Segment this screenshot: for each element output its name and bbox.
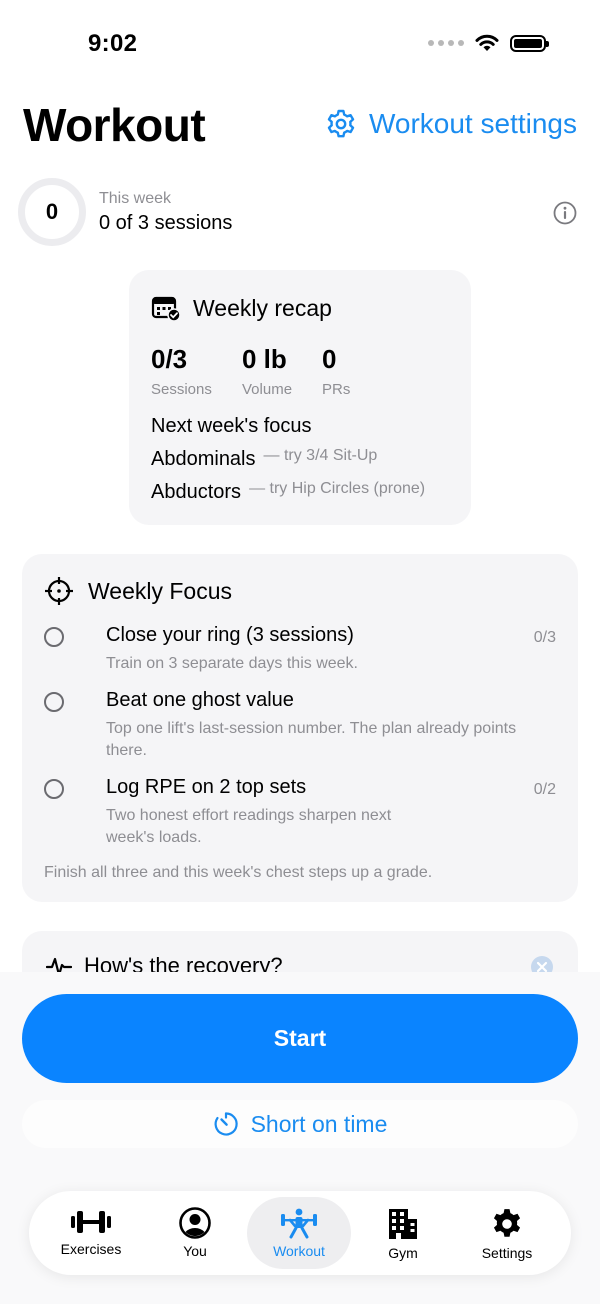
- this-week-label: This week: [99, 190, 172, 207]
- task-count: 0/3: [533, 629, 556, 646]
- person-icon: [179, 1207, 211, 1239]
- tab-you-label: You: [183, 1243, 207, 1259]
- wifi-icon: [475, 34, 499, 51]
- progress-ring-count: 0: [45, 199, 59, 224]
- task-checkbox[interactable]: [44, 779, 64, 799]
- stat-sessions: 0/3 Sessions: [151, 344, 212, 398]
- focus-item: Abductors — try Hip Circles (prone): [151, 480, 426, 504]
- battery-icon: [510, 34, 549, 52]
- info-icon[interactable]: [553, 201, 577, 225]
- dumbbell-icon: [71, 1211, 111, 1233]
- task-count: 0/2: [533, 781, 556, 798]
- workout-settings-button[interactable]: Workout settings: [325, 108, 577, 140]
- status-time: 9:02: [88, 30, 138, 57]
- weightlifter-icon: [281, 1208, 317, 1239]
- tab-exercises[interactable]: Exercises: [39, 1197, 143, 1269]
- calendar-check-icon: [151, 296, 181, 322]
- short-on-time-button[interactable]: Short on time: [22, 1100, 578, 1148]
- tab-bar: Exercises You Workout Gym Settings: [29, 1191, 571, 1275]
- workout-settings-label: Workout settings: [368, 108, 577, 139]
- tab-you[interactable]: You: [143, 1197, 247, 1269]
- stat-prs-label: PRs: [322, 381, 351, 398]
- crosshair-icon: [45, 577, 73, 605]
- building-icon: [389, 1209, 417, 1239]
- focus-muscle: Abductors: [151, 481, 242, 503]
- task-title: Log RPE on 2 top sets: [106, 776, 307, 798]
- tab-workout[interactable]: Workout: [247, 1197, 351, 1269]
- weekly-focus-title: Weekly Focus: [88, 577, 233, 604]
- short-on-time-label: Short on time: [250, 1110, 388, 1137]
- focus-item: Abdominals — try 3/4 Sit-Up: [151, 447, 378, 471]
- stat-sessions-label: Sessions: [151, 381, 212, 398]
- task-title: Beat one ghost value: [106, 689, 294, 711]
- task-checkbox[interactable]: [44, 692, 64, 712]
- focus-suggestion: — try 3/4 Sit-Up: [263, 447, 378, 464]
- task-description: Two honest effort readings sharpen next …: [106, 807, 392, 846]
- stat-prs: 0 PRs: [322, 344, 350, 398]
- tab-workout-label: Workout: [273, 1243, 325, 1259]
- stat-prs-value: 0: [322, 344, 337, 374]
- weekly-recap-card[interactable]: Weekly recap 0/3 Sessions 0 lb Volume 0 …: [129, 270, 471, 525]
- tab-settings-label: Settings: [481, 1245, 533, 1261]
- this-week-value: 0 of 3 sessions: [99, 212, 233, 234]
- tab-settings[interactable]: Settings: [455, 1197, 559, 1269]
- signal-icon: [428, 40, 464, 46]
- focus-muscle: Abdominals: [151, 448, 256, 470]
- weekly-focus-footer: Finish all three and this week's chest s…: [44, 864, 433, 881]
- status-icons: [428, 33, 549, 53]
- stat-volume-value: 0 lb: [242, 344, 287, 374]
- gear-icon: [493, 1209, 521, 1237]
- stat-sessions-value: 0/3: [151, 344, 188, 374]
- task-description: Train on 3 separate days this week.: [106, 655, 358, 672]
- tab-exercises-label: Exercises: [60, 1241, 122, 1257]
- tab-gym[interactable]: Gym: [351, 1197, 455, 1269]
- weekly-focus-card: Weekly Focus Close your ring (3 sessions…: [22, 554, 578, 902]
- timer-icon: [214, 1112, 238, 1136]
- start-button[interactable]: Start: [22, 994, 578, 1083]
- tab-gym-label: Gym: [388, 1245, 418, 1261]
- page-title: Workout: [23, 99, 206, 151]
- gear-icon: [327, 109, 355, 138]
- task-title: Close your ring (3 sessions): [106, 624, 354, 646]
- stat-volume-label: Volume: [242, 381, 293, 398]
- weekly-recap-title: Weekly recap: [193, 294, 332, 321]
- task-checkbox[interactable]: [44, 627, 64, 647]
- task-description: Top one lift's last-session number. The …: [106, 720, 517, 759]
- progress-ring[interactable]: 0: [18, 178, 86, 246]
- stat-volume: 0 lb Volume: [242, 344, 292, 398]
- next-week-focus-title: Next week's focus: [151, 415, 312, 437]
- focus-suggestion: — try Hip Circles (prone): [249, 480, 426, 497]
